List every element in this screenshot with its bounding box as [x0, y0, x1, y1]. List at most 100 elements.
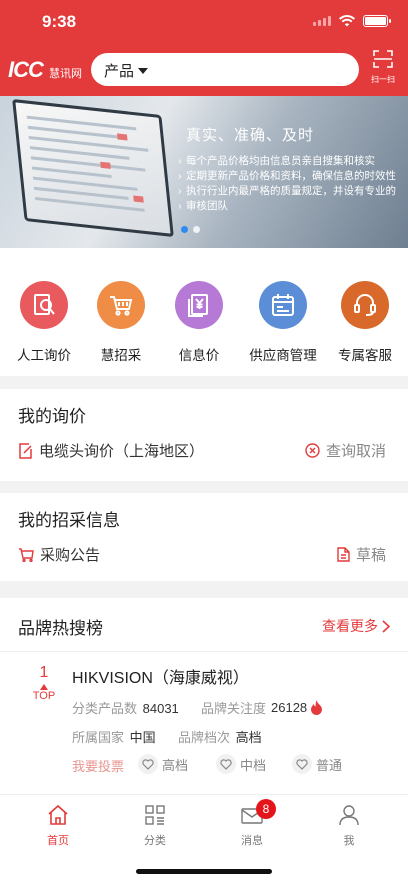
nav-label: 人工询价 — [17, 348, 71, 363]
vote-option-label: 中档 — [240, 757, 267, 773]
grade-value: 高档 — [235, 730, 262, 745]
tab-label: 分类 — [144, 835, 166, 847]
search-category-label: 产品 — [104, 63, 135, 80]
shopping-basket-icon — [19, 548, 34, 562]
brand-country: 所属国家 中国 — [72, 727, 156, 746]
draft-label: 草稿 — [355, 547, 386, 564]
magnifier-book-icon — [20, 281, 68, 329]
attention-label: 品牌关注度 — [201, 701, 267, 716]
laptop-screen-illustration — [12, 98, 174, 238]
edit-document-icon — [19, 442, 32, 459]
tab-label: 我 — [343, 835, 355, 847]
inquiry-item[interactable]: 电缆头询价（上海地区） — [18, 440, 204, 461]
product-count-label: 分类产品数 — [72, 701, 138, 716]
scan-icon — [373, 50, 393, 68]
procurement-notice-label: 采购公告 — [40, 547, 101, 564]
brand-grade: 品牌档次 高档 — [178, 727, 262, 746]
attention-value: 26128 — [271, 700, 308, 715]
status-icons — [313, 15, 391, 27]
banner-pagination[interactable] — [181, 226, 200, 233]
banner-points: 每个产品价格均由信息员亲自搜集和核实 定期更新产品价格和资料，确保信息的时效性 … — [178, 154, 396, 214]
wifi-icon — [339, 15, 355, 27]
banner-dot-active[interactable] — [181, 226, 188, 233]
brand-ranking-title: 品牌热搜榜 — [18, 619, 103, 638]
tab-home[interactable]: 首页 — [28, 804, 88, 848]
vote-option-label: 高档 — [162, 757, 189, 773]
search-category-select[interactable]: 产品 — [104, 60, 149, 81]
nav-info-price[interactable]: 信息价 — [159, 281, 239, 364]
procurement-notice-item[interactable]: 采购公告 — [18, 544, 100, 565]
divider — [0, 651, 408, 652]
banner-point: 定期更新产品价格和资料，确保信息的时效性 — [178, 169, 396, 184]
vote-label: 我要投票 — [72, 759, 125, 774]
nav-supplier-management[interactable]: 供应商管理 — [243, 281, 323, 364]
logo-text: ICC — [8, 57, 44, 82]
logo-subtitle: 慧讯网 — [49, 68, 82, 80]
vote-option-label: 普通 — [316, 757, 343, 773]
grade-label: 品牌档次 — [178, 730, 231, 745]
promo-banner[interactable]: 真实、准确、及时 每个产品价格均由信息员亲自搜集和核实 定期更新产品价格和资料，… — [0, 96, 408, 248]
status-bar: 9:38 — [0, 0, 408, 44]
banner-dot[interactable] — [193, 226, 200, 233]
view-more-label: 查看更多 — [322, 618, 378, 634]
my-inquiry-card: 我的询价 电缆头询价（上海地区） 查询取消 — [0, 389, 408, 481]
heart-icon — [292, 754, 312, 774]
banner-point: 审核团队 — [178, 199, 396, 214]
nav-procurement[interactable]: 慧招采 — [81, 281, 161, 364]
rank-number: 1 — [39, 664, 49, 681]
app-header: ICC 慧讯网 产品 扫一扫 — [0, 44, 408, 96]
scan-label: 扫一扫 — [371, 75, 395, 84]
caret-down-icon — [138, 67, 149, 74]
search-bar[interactable]: 产品 — [91, 53, 359, 86]
category-grid-icon — [145, 805, 165, 825]
country-label: 所属国家 — [72, 730, 125, 745]
inquiry-item-label: 电缆头询价（上海地区） — [39, 443, 205, 460]
status-time: 9:38 — [42, 12, 77, 31]
vote-normal-button[interactable]: 普通 — [292, 754, 342, 774]
heart-icon — [138, 754, 158, 774]
brand-name[interactable]: HIKVISION（海康威视） — [72, 664, 249, 688]
draft-button[interactable]: 草稿 — [337, 544, 386, 565]
flame-icon — [311, 700, 323, 715]
tab-label: 首页 — [47, 835, 69, 847]
brand-attention: 品牌关注度 26128 — [201, 698, 323, 717]
tab-me[interactable]: 我 — [319, 804, 379, 848]
yen-document-icon — [175, 281, 223, 329]
quick-nav: 人工询价 慧招采 信息价 供应商管理 专属客服 — [0, 248, 408, 376]
rank-indicator: 1 TOP — [28, 664, 60, 702]
shopping-cart-icon — [97, 281, 145, 329]
tab-category[interactable]: 分类 — [125, 804, 185, 848]
battery-icon — [363, 15, 391, 27]
brand-product-count: 分类产品数 84031 — [72, 698, 179, 717]
heart-icon — [216, 754, 236, 774]
inquiry-cancel-button[interactable]: 查询取消 — [305, 440, 386, 461]
view-more-link[interactable]: 查看更多 — [322, 616, 390, 636]
vote-row: 我要投票 高档 中档 普通 — [72, 754, 392, 776]
product-count-value: 84031 — [142, 701, 179, 716]
rank-tag: TOP — [32, 690, 56, 702]
calendar-icon — [259, 281, 307, 329]
vote-mid-button[interactable]: 中档 — [216, 754, 266, 774]
my-inquiry-title: 我的询价 — [18, 407, 86, 426]
home-icon — [48, 804, 68, 825]
cellular-signal-icon — [313, 16, 331, 26]
nav-dedicated-service[interactable]: 专属客服 — [325, 281, 405, 364]
banner-point: 每个产品价格均由信息员亲自搜集和核实 — [178, 154, 396, 169]
user-icon — [339, 805, 359, 826]
app-logo: ICC 慧讯网 — [8, 58, 88, 82]
banner-point: 执行行业内最严格的质量规定，并设有专业的 — [178, 184, 396, 199]
scan-button[interactable]: 扫一扫 — [368, 50, 398, 85]
nav-label: 供应商管理 — [249, 348, 317, 363]
country-value: 中国 — [129, 730, 156, 745]
nav-label: 专属客服 — [338, 348, 392, 363]
draft-document-icon — [337, 547, 350, 562]
tab-messages[interactable]: 8 消息 — [222, 799, 282, 848]
nav-manual-inquiry[interactable]: 人工询价 — [4, 281, 84, 364]
home-indicator — [136, 869, 272, 874]
chevron-right-icon — [382, 619, 390, 633]
inquiry-cancel-label: 查询取消 — [325, 443, 386, 460]
banner-title: 真实、准确、及时 — [186, 127, 315, 144]
headset-icon — [341, 281, 389, 329]
tab-label: 消息 — [241, 835, 263, 847]
vote-high-button[interactable]: 高档 — [138, 754, 188, 774]
